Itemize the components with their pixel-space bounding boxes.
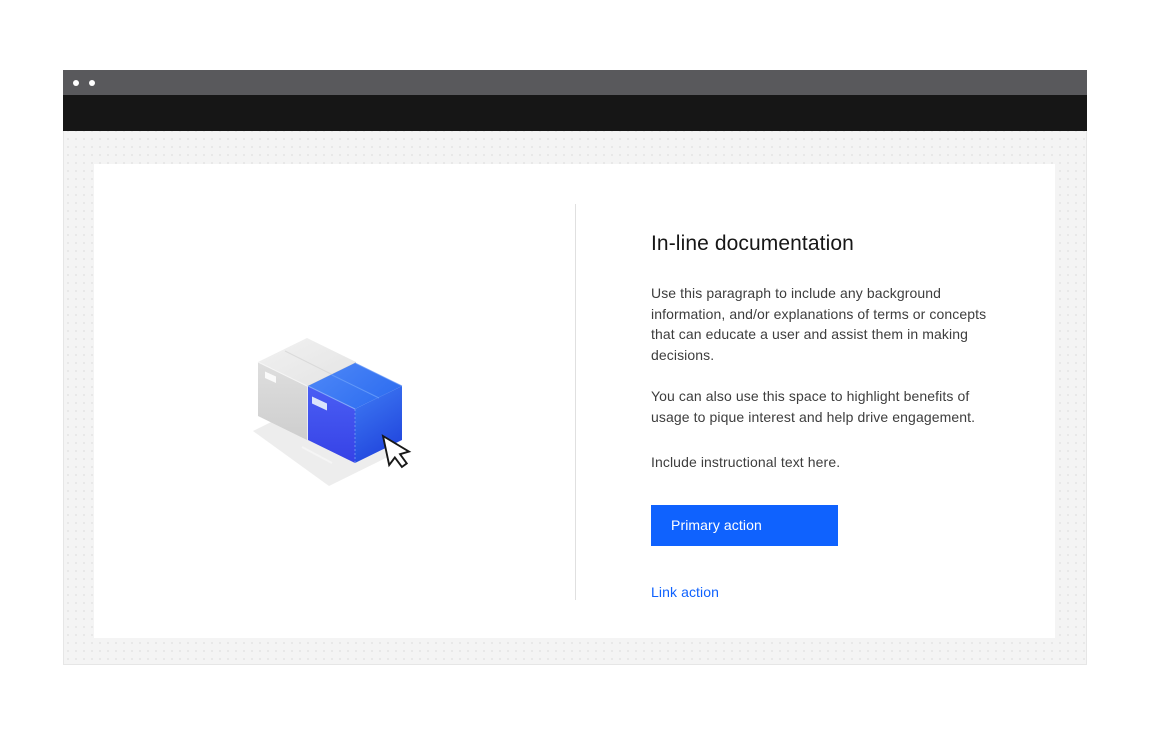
instructional-paragraph: Include instructional text here. (651, 452, 997, 473)
page-title: In-line documentation (651, 230, 997, 257)
browser-titlebar (63, 70, 1087, 95)
link-action[interactable]: Link action (651, 584, 719, 600)
documentation-panel: In-line documentation Use this paragraph… (651, 230, 997, 602)
inline-documentation-card: In-line documentation Use this paragraph… (94, 164, 1055, 638)
boxes-illustration (245, 335, 420, 495)
browser-window: In-line documentation Use this paragraph… (63, 70, 1087, 665)
vertical-divider (575, 204, 576, 600)
window-control-dot[interactable] (89, 80, 95, 86)
browser-toolbar (63, 95, 1087, 131)
benefits-paragraph: You can also use this space to highlight… (651, 386, 997, 427)
window-control-dot[interactable] (73, 80, 79, 86)
primary-action-button[interactable]: Primary action (651, 505, 838, 546)
background-paragraph: Use this paragraph to include any backgr… (651, 283, 997, 366)
